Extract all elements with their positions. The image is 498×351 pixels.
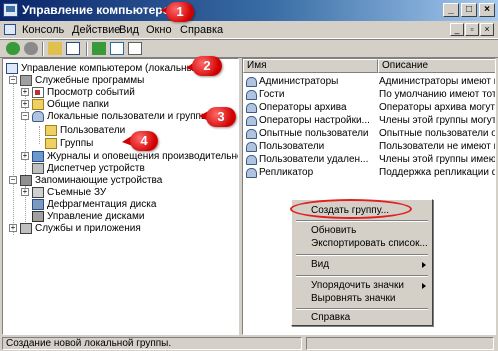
callout-layer <box>122 4 214 148</box>
callout-1: 1 <box>166 2 194 22</box>
callout-4: 4 <box>130 131 158 151</box>
callout-2: 2 <box>192 56 222 76</box>
callout-3: 3 <box>206 107 236 127</box>
